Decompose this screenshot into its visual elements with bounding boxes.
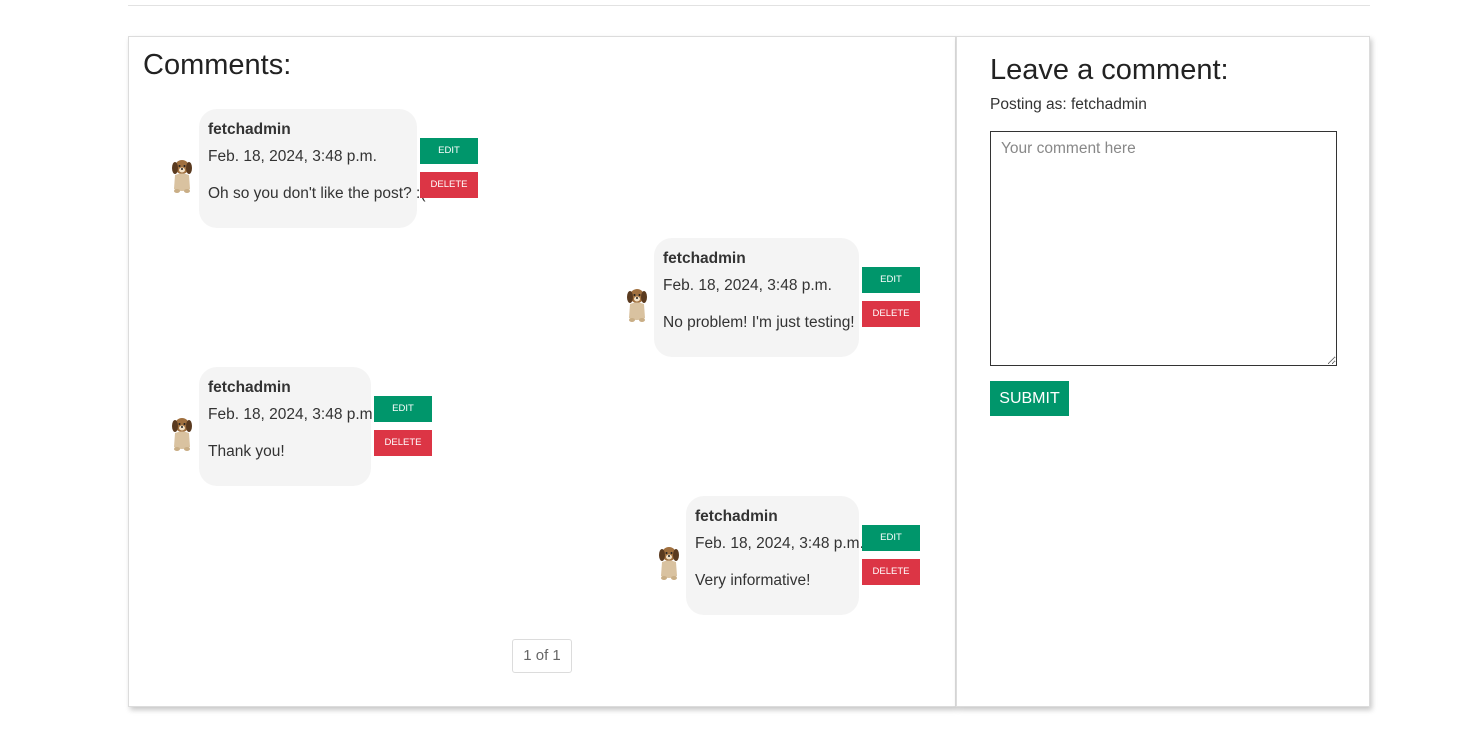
comment-text: Oh so you don't like the post? :( bbox=[208, 185, 426, 202]
comments-title: Comments: bbox=[143, 49, 292, 81]
comment-text: No problem! I'm just testing! bbox=[663, 314, 855, 331]
puppy-avatar-icon bbox=[172, 160, 192, 193]
edit-comment-button[interactable]: EDIT bbox=[862, 525, 920, 551]
puppy-avatar-icon bbox=[627, 289, 647, 322]
delete-comment-button[interactable]: DELETE bbox=[862, 301, 920, 327]
comment-bubble: fetchadmin Feb. 18, 2024, 3:48 p.m. Very… bbox=[686, 496, 864, 615]
comment-text: Very informative! bbox=[695, 572, 811, 589]
edit-comment-button[interactable]: EDIT bbox=[374, 396, 432, 422]
comment-bubble: fetchadmin Feb. 18, 2024, 3:48 p.m. Than… bbox=[199, 367, 377, 486]
comment-date: Feb. 18, 2024, 3:48 p.m. bbox=[208, 406, 377, 423]
comment-author: fetchadmin bbox=[695, 508, 778, 525]
edit-comment-button[interactable]: EDIT bbox=[862, 267, 920, 293]
comment-date: Feb. 18, 2024, 3:48 p.m. bbox=[663, 277, 832, 294]
top-divider bbox=[128, 5, 1370, 6]
comment-author: fetchadmin bbox=[208, 379, 291, 396]
delete-comment-button[interactable]: DELETE bbox=[374, 430, 432, 456]
edit-comment-button[interactable]: EDIT bbox=[420, 138, 478, 164]
comment-bubble: fetchadmin Feb. 18, 2024, 3:48 p.m. No p… bbox=[654, 238, 859, 357]
comment-input[interactable] bbox=[990, 131, 1337, 366]
comment-date: Feb. 18, 2024, 3:48 p.m. bbox=[695, 535, 864, 552]
comment-author: fetchadmin bbox=[663, 250, 746, 267]
comment-form: Leave a comment: Posting as: fetchadmin … bbox=[956, 36, 1370, 707]
comment-date: Feb. 18, 2024, 3:48 p.m. bbox=[208, 148, 377, 165]
delete-comment-button[interactable]: DELETE bbox=[862, 559, 920, 585]
delete-comment-button[interactable]: DELETE bbox=[420, 172, 478, 198]
puppy-avatar-icon bbox=[659, 547, 679, 580]
puppy-avatar-icon bbox=[172, 418, 192, 451]
comment-text: Thank you! bbox=[208, 443, 285, 460]
submit-button[interactable]: SUBMIT bbox=[990, 381, 1069, 416]
comments-section: Comments: fetchadmin Feb. 18, 2024, 3:48… bbox=[128, 36, 956, 707]
comment-bubble: fetchadmin Feb. 18, 2024, 3:48 p.m. Oh s… bbox=[199, 109, 426, 228]
comment-author: fetchadmin bbox=[208, 121, 291, 138]
pagination-indicator: 1 of 1 bbox=[512, 639, 572, 673]
form-title: Leave a comment: bbox=[990, 54, 1229, 86]
posting-as-label: Posting as: fetchadmin bbox=[990, 96, 1147, 113]
